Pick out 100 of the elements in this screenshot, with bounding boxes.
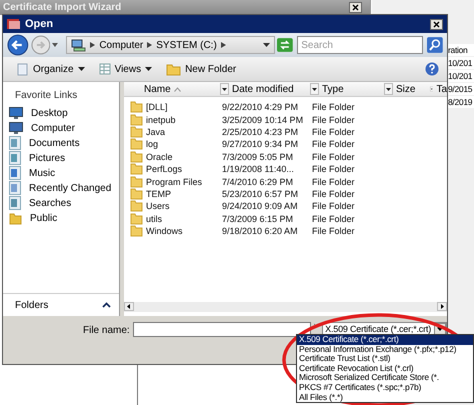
search-icon[interactable] xyxy=(427,37,443,53)
caret-icon[interactable] xyxy=(78,66,85,72)
file-name[interactable]: Java xyxy=(146,126,166,137)
favorite-link[interactable]: Searches xyxy=(29,198,72,208)
document-icon xyxy=(9,151,21,165)
toolbar-button[interactable]: Views xyxy=(114,64,142,74)
dropdown-option[interactable]: Personal Information Exchange (*.pfx;*.p12) xyxy=(297,344,473,354)
scroll-right-icon[interactable] xyxy=(437,302,447,311)
table-cell: File Folder xyxy=(312,126,355,137)
caret-icon[interactable] xyxy=(263,42,270,48)
column-header[interactable]: Type xyxy=(322,84,344,94)
folder-icon xyxy=(130,188,143,200)
file-name[interactable]: Program Files xyxy=(146,176,202,187)
monitor-icon xyxy=(9,107,23,119)
scroll-left-icon[interactable] xyxy=(124,302,134,311)
dialog-app-icon xyxy=(7,18,21,30)
file-name[interactable]: Users xyxy=(146,201,170,212)
table-cell: File Folder xyxy=(312,139,355,150)
favorite-link[interactable]: Recently Changed xyxy=(29,182,112,194)
date-text: 10/201 xyxy=(448,57,474,69)
date-text: 9/2015 xyxy=(448,83,474,95)
dropdown-option[interactable]: PKCS #7 Certificates (*.spc;*.p7b) xyxy=(297,382,473,393)
caret-icon[interactable] xyxy=(310,83,319,95)
horizontal-scrollbar[interactable] xyxy=(124,302,447,312)
table-cell: 7/4/2010 6:29 PM xyxy=(222,176,294,187)
favorite-link[interactable]: Desktop xyxy=(31,108,68,118)
folder-icon xyxy=(130,150,143,163)
folder-icon xyxy=(130,163,143,176)
folders-bar[interactable]: Folders xyxy=(3,293,119,316)
document-icon xyxy=(9,166,21,180)
table-cell: File Folder xyxy=(312,114,355,125)
caret-icon[interactable] xyxy=(147,42,152,48)
toolbar-button[interactable]: New Folder xyxy=(185,64,236,74)
folder-icon xyxy=(166,62,182,76)
table-cell: File Folder xyxy=(312,164,355,174)
document-icon xyxy=(9,196,21,210)
close-icon[interactable] xyxy=(430,18,443,30)
folder-icon xyxy=(130,200,143,212)
folder-icon xyxy=(130,225,143,238)
file-name[interactable]: Oracle xyxy=(146,152,173,162)
table-cell: 9/27/2010 9:34 PM xyxy=(222,139,298,150)
refresh-icon[interactable] xyxy=(277,38,294,52)
computer-icon xyxy=(71,38,86,52)
table-cell: 1/19/2008 11:40... xyxy=(222,164,294,174)
file-name[interactable]: Windows xyxy=(146,226,183,236)
file-name-field[interactable] xyxy=(132,322,311,337)
address-bar[interactable]: Computer SYSTEM (C:) xyxy=(66,36,276,54)
column-header[interactable]: Name xyxy=(144,84,171,94)
table-cell: 9/22/2010 4:29 PM xyxy=(222,102,298,112)
search-field[interactable]: Search xyxy=(297,36,424,54)
field-label: File name: xyxy=(83,325,130,336)
folder-icon xyxy=(130,101,143,114)
dropdown-option[interactable]: Certificate Trust List (*.stl) xyxy=(297,354,473,364)
toolbar-button[interactable]: Organize xyxy=(33,64,74,74)
caret-icon[interactable] xyxy=(220,42,226,48)
file-name[interactable]: log xyxy=(146,139,158,150)
folder-icon xyxy=(130,212,143,225)
column-header[interactable]: Date modified xyxy=(232,84,294,94)
window-title: Certificate Import Wizard xyxy=(3,2,122,13)
favorite-link[interactable]: Pictures xyxy=(29,152,66,164)
chevron-up-icon[interactable] xyxy=(102,302,111,308)
caret-icon[interactable] xyxy=(220,83,229,95)
table-cell: File Folder xyxy=(312,102,355,112)
file-name[interactable]: PerfLogs xyxy=(146,164,182,174)
help-icon[interactable] xyxy=(425,62,439,76)
table-cell: 7/3/2009 6:15 PM xyxy=(222,214,294,224)
folder-icon xyxy=(130,114,143,126)
breadcrumb-item[interactable]: SYSTEM (C:) xyxy=(156,40,217,50)
table-cell: 9/24/2010 9:09 AM xyxy=(222,201,298,212)
column-header[interactable]: Ta xyxy=(436,84,447,94)
dropdown-option[interactable]: X.509 Certificate (*.cer;*.crt) xyxy=(297,335,473,345)
dropdown-option[interactable]: All Files (*.*) xyxy=(297,392,473,402)
caret-icon[interactable] xyxy=(90,42,96,48)
back-button-icon[interactable] xyxy=(7,34,29,56)
file-name[interactable]: [DLL] xyxy=(146,102,168,112)
column-header[interactable]: Size xyxy=(396,84,416,94)
caret-icon[interactable] xyxy=(384,83,393,95)
favorite-link[interactable]: Music xyxy=(29,168,56,178)
table-cell: File Folder xyxy=(312,152,355,162)
folder-icon xyxy=(130,138,143,150)
dropdown-option[interactable]: Certificate Revocation List (*.crl) xyxy=(297,364,473,374)
table-cell: 5/23/2010 6:57 PM xyxy=(222,188,298,199)
document-icon xyxy=(9,136,21,150)
section-heading: Favorite Links xyxy=(15,90,78,101)
dropdown-option[interactable]: Microsoft Serialized Certificate Store (*. xyxy=(297,373,473,383)
breadcrumb-item[interactable]: Computer xyxy=(99,40,144,50)
table-cell: 7/3/2009 5:05 PM xyxy=(222,152,294,162)
file-name[interactable]: utils xyxy=(146,214,162,224)
window-title: Open xyxy=(25,18,54,30)
folder-icon xyxy=(130,176,143,188)
date-text: 8/2019 xyxy=(448,96,474,108)
date-text: ration xyxy=(448,44,474,56)
favorite-link[interactable]: Computer xyxy=(31,122,75,134)
favorite-link[interactable]: Public xyxy=(30,212,58,224)
file-name[interactable]: TEMP xyxy=(146,188,172,199)
favorite-link[interactable]: Documents xyxy=(29,138,80,148)
file-name[interactable]: inetpub xyxy=(146,114,176,125)
close-icon[interactable] xyxy=(349,2,362,13)
folder-icon xyxy=(9,212,22,224)
caret-icon[interactable] xyxy=(145,66,152,72)
